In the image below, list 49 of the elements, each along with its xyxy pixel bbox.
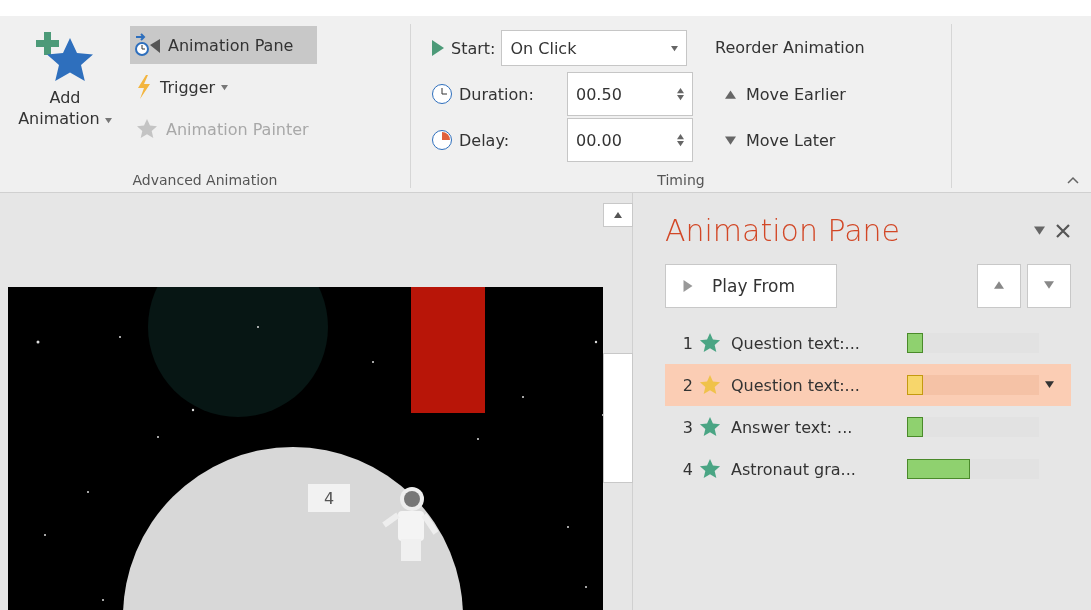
collapse-icon[interactable] [1067, 176, 1079, 184]
spin-up-icon [677, 133, 684, 140]
play-from-button[interactable]: Play From [665, 264, 837, 308]
add-animation-button[interactable]: Add Animation [0, 24, 130, 168]
up-arrow-icon [614, 211, 623, 219]
animation-list-item[interactable]: 4 Astronaut gra... [665, 448, 1071, 490]
play-icon [682, 280, 694, 292]
caret-icon [671, 44, 679, 52]
animation-list-item[interactable]: 2 Question text:... [665, 364, 1071, 406]
pane-title: Animation Pane [665, 213, 901, 248]
clock-icon [431, 83, 453, 105]
star-icon [699, 416, 721, 438]
start-label: Start: [431, 38, 496, 58]
group-label: Advanced Animation [131, 171, 279, 188]
up-arrow-icon [725, 88, 736, 100]
spin-down-icon [677, 94, 684, 101]
move-later-button[interactable]: Move Later [715, 120, 865, 160]
caret-icon [221, 83, 229, 91]
timer-icon [134, 33, 162, 57]
delay-label: Delay: [431, 129, 551, 151]
caret-icon [104, 116, 112, 124]
clock-icon [431, 129, 453, 151]
spin-up-icon [677, 87, 684, 94]
duration-label: Duration: [431, 83, 551, 105]
star-icon [699, 332, 721, 354]
close-icon[interactable] [1055, 222, 1071, 239]
animation-number-tag: 4 [308, 484, 350, 512]
animation-list-item[interactable]: 1 Question text:... [665, 322, 1071, 364]
start-dropdown[interactable]: On Click [501, 30, 688, 66]
up-arrow-icon [994, 280, 1004, 290]
scroll-up-button[interactable] [603, 203, 634, 227]
pane-options-icon[interactable] [1034, 225, 1045, 236]
trigger-button[interactable]: Trigger [130, 68, 317, 106]
duration-spinner[interactable]: 00.50 [567, 72, 693, 116]
animation-list-item[interactable]: 3 Answer text: ... [665, 406, 1071, 448]
scrollbar-thumb[interactable] [603, 353, 634, 483]
star-icon [699, 458, 721, 480]
dropdown-icon[interactable] [1045, 379, 1054, 389]
move-earlier-button[interactable]: Move Earlier [715, 74, 865, 114]
down-arrow-icon [1044, 280, 1054, 290]
delay-spinner[interactable]: 00.00 [567, 118, 693, 162]
play-icon [431, 39, 445, 57]
reorder-title: Reorder Animation [715, 37, 865, 59]
star-icon [699, 374, 721, 396]
spin-down-icon [677, 140, 684, 147]
animation-pane-button[interactable]: Animation Pane [130, 26, 317, 64]
down-arrow-icon [725, 134, 736, 146]
star-brush-icon [134, 118, 160, 140]
group-label: Timing [656, 171, 706, 188]
